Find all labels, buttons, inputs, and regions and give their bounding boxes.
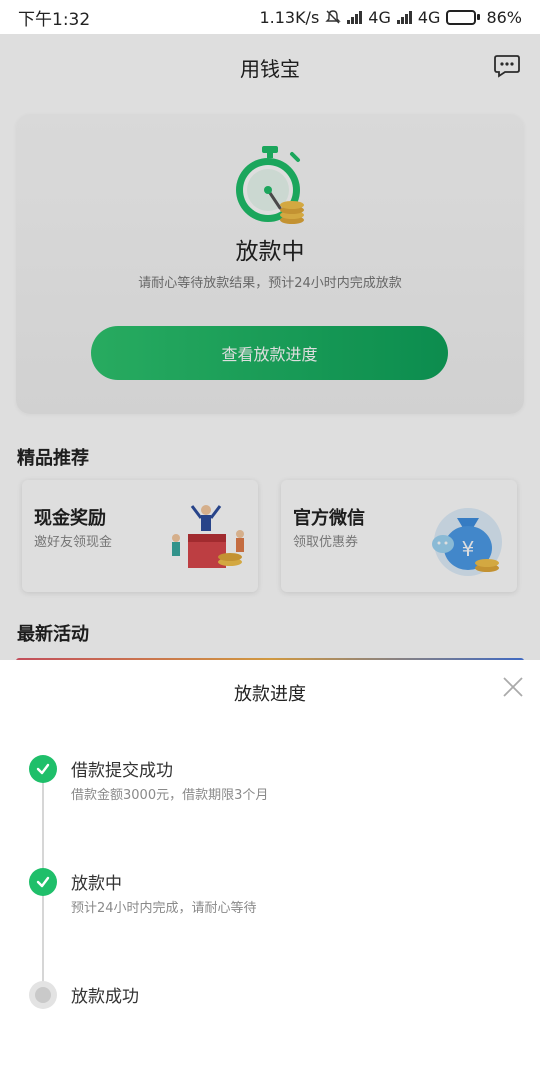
- step-label: 放款成功: [71, 987, 139, 1007]
- sheet-title: 放款进度: [234, 684, 306, 705]
- step-description: 预计24小时内完成，请耐心等待: [71, 901, 257, 916]
- sim1-network: 4G: [368, 7, 391, 27]
- signal-icon-2: [396, 10, 412, 24]
- status-indicators: 1.13K/s 4G 4G 86%: [259, 8, 522, 27]
- status-time: 下午1:32: [18, 9, 91, 30]
- battery-icon: [446, 9, 481, 25]
- sim2-network: 4G: [417, 7, 441, 27]
- loan-progress-sheet: 放款进度 借款提交成功 借款金额3000元，借款期限3个月 放款中 预计24小时…: [0, 660, 540, 1080]
- step-description: 借款金额3000元，借款期限3个月: [71, 788, 269, 803]
- step-label: 借款提交成功: [71, 761, 173, 781]
- battery-percent: 86%: [486, 7, 522, 27]
- check-icon: [29, 755, 57, 783]
- signal-icon: [347, 10, 363, 24]
- step-label: 放款中: [71, 874, 122, 894]
- pending-dot-icon: [29, 981, 57, 1009]
- close-icon[interactable]: [502, 676, 524, 698]
- modal-overlay[interactable]: [0, 0, 540, 660]
- status-bar: 下午1:32 1.13K/s 4G 4G 86%: [0, 0, 540, 34]
- check-icon: [29, 868, 57, 896]
- network-speed: 1.13K/s: [259, 7, 320, 27]
- mute-icon: [325, 10, 341, 24]
